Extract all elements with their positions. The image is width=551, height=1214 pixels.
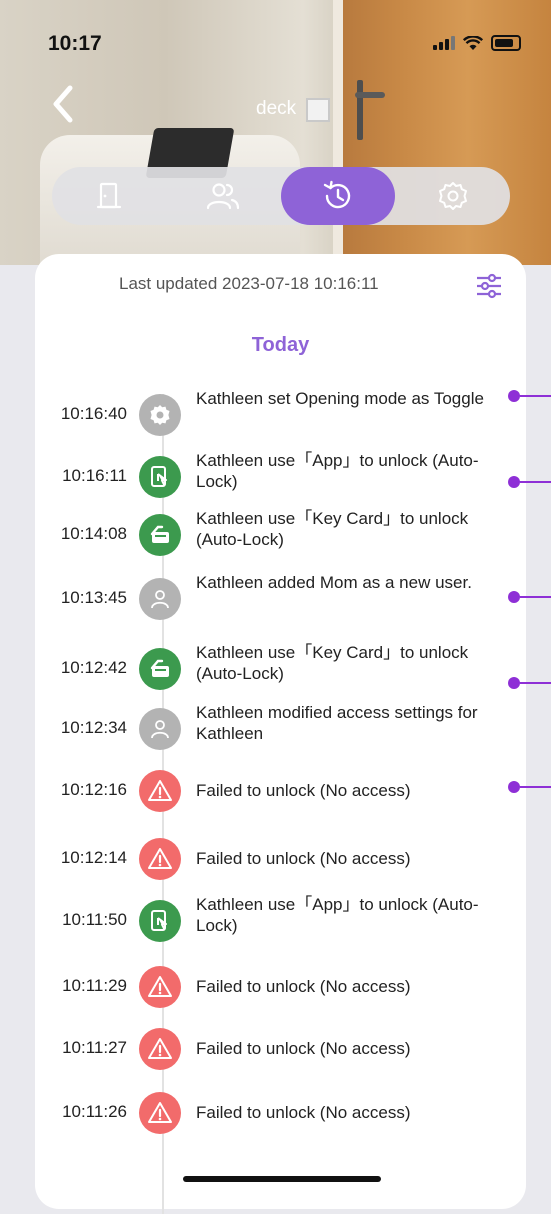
door-icon (96, 182, 122, 209)
history-event-row: 10:12:14 Failed to unlock (No access) (35, 828, 526, 888)
event-time: 10:13:45 (60, 588, 127, 607)
event-message: Kathleen set Opening mode as Toggle (196, 389, 484, 408)
warning-icon (139, 838, 181, 880)
section-title-today: Today (251, 334, 310, 356)
key-card-icon (139, 514, 181, 556)
door-handle-image (355, 92, 385, 98)
history-card: Last updated 2023-07-18 10:16:11 Today 1… (35, 254, 526, 1214)
back-chevron-icon[interactable] (48, 84, 78, 124)
connector-line (520, 682, 551, 684)
history-event-row: 10:16:11 Kathleen use「App」to unlock (Auto… (35, 446, 526, 506)
history-event-row: 10:11:50 Kathleen use「App」to unlock (Auto… (35, 890, 526, 950)
event-message: Failed to unlock (No access) (196, 849, 411, 868)
event-time: 10:11:26 (62, 1102, 127, 1121)
connector-dot (508, 591, 520, 603)
app-unlock-icon (139, 456, 181, 498)
connector-dot (508, 476, 520, 488)
event-time: 10:11:29 (62, 976, 127, 995)
history-event-row: 10:11:27 Failed to unlock (No access) (35, 1018, 526, 1078)
connector-line (520, 395, 551, 397)
gear-icon (139, 394, 181, 436)
user-icon (139, 708, 181, 750)
users-icon (206, 183, 240, 210)
event-message: Kathleen use「App」to unlock (Auto-Lock) (196, 451, 479, 491)
history-event-row: 10:14:08 Kathleen use「Key Card」to unlock … (35, 504, 526, 564)
connector-line (520, 596, 551, 598)
warning-icon (139, 1028, 181, 1070)
history-event-row: 10:12:34 Kathleen modified access setting… (35, 698, 526, 758)
battery-icon (491, 35, 521, 51)
event-time: 10:12:42 (60, 658, 127, 677)
door-plate-image (357, 80, 363, 140)
event-message: Kathleen use「Key Card」to unlock (Auto-Lo… (196, 643, 469, 683)
page-title: deck (256, 98, 297, 119)
event-message: Kathleen modified access settings for Ka… (196, 703, 478, 743)
event-time: 10:12:34 (60, 718, 127, 737)
light-switch-image (306, 98, 330, 122)
home-indicator (183, 1176, 381, 1182)
tab-history[interactable] (281, 167, 395, 225)
history-event-row: 10:11:26 Failed to unlock (No access) (35, 1082, 526, 1142)
filter-icon[interactable] (473, 270, 505, 302)
history-event-row: 10:12:16 Failed to unlock (No access) (35, 760, 526, 820)
event-time: 10:16:11 (62, 466, 127, 485)
event-message: Kathleen use「Key Card」to unlock (Auto-Lo… (196, 509, 469, 549)
key-card-icon (139, 648, 181, 690)
connector-dot (508, 390, 520, 402)
history-event-row: 10:11:29 Failed to unlock (No access) (35, 956, 526, 1016)
event-message: Failed to unlock (No access) (196, 781, 411, 800)
connector-line (520, 786, 551, 788)
connector-line (520, 481, 551, 483)
app-unlock-icon (139, 900, 181, 942)
wifi-icon (463, 35, 483, 50)
event-time: 10:12:14 (60, 848, 127, 867)
warning-icon (139, 1092, 181, 1134)
warning-icon (139, 966, 181, 1008)
event-message: Kathleen added Mom as a new user. (196, 573, 472, 592)
tab-door[interactable] (52, 167, 166, 225)
event-message: Failed to unlock (No access) (196, 977, 411, 996)
event-time: 10:16:40 (60, 404, 127, 423)
tab-bar (52, 167, 510, 225)
connector-dot (508, 677, 520, 689)
connector-dot (508, 781, 520, 793)
history-icon (323, 180, 351, 209)
event-time: 10:14:08 (60, 524, 127, 543)
event-time: 10:12:16 (60, 780, 127, 799)
event-time: 10:11:27 (62, 1038, 127, 1057)
tab-settings[interactable] (396, 167, 510, 225)
signal-icon (433, 36, 455, 50)
history-event-row: 10:16:40 Kathleen set Opening mode as Tog… (35, 384, 526, 444)
user-icon (139, 578, 181, 620)
status-icons (433, 34, 521, 52)
history-event-row: 10:12:42 Kathleen use「Key Card」to unlock … (35, 638, 526, 698)
event-message: Kathleen use「App」to unlock (Auto-Lock) (196, 895, 479, 935)
event-time: 10:11:50 (62, 910, 127, 929)
event-message: Failed to unlock (No access) (196, 1103, 411, 1122)
history-event-row: 10:13:45 Kathleen added Mom as a new user… (35, 568, 526, 628)
tab-users[interactable] (166, 167, 280, 225)
status-time: 10:17 (48, 32, 102, 55)
last-updated-label: Last updated 2023-07-18 10:16:11 (119, 274, 379, 293)
warning-icon (139, 770, 181, 812)
gear-icon (439, 182, 467, 210)
event-message: Failed to unlock (No access) (196, 1039, 411, 1058)
